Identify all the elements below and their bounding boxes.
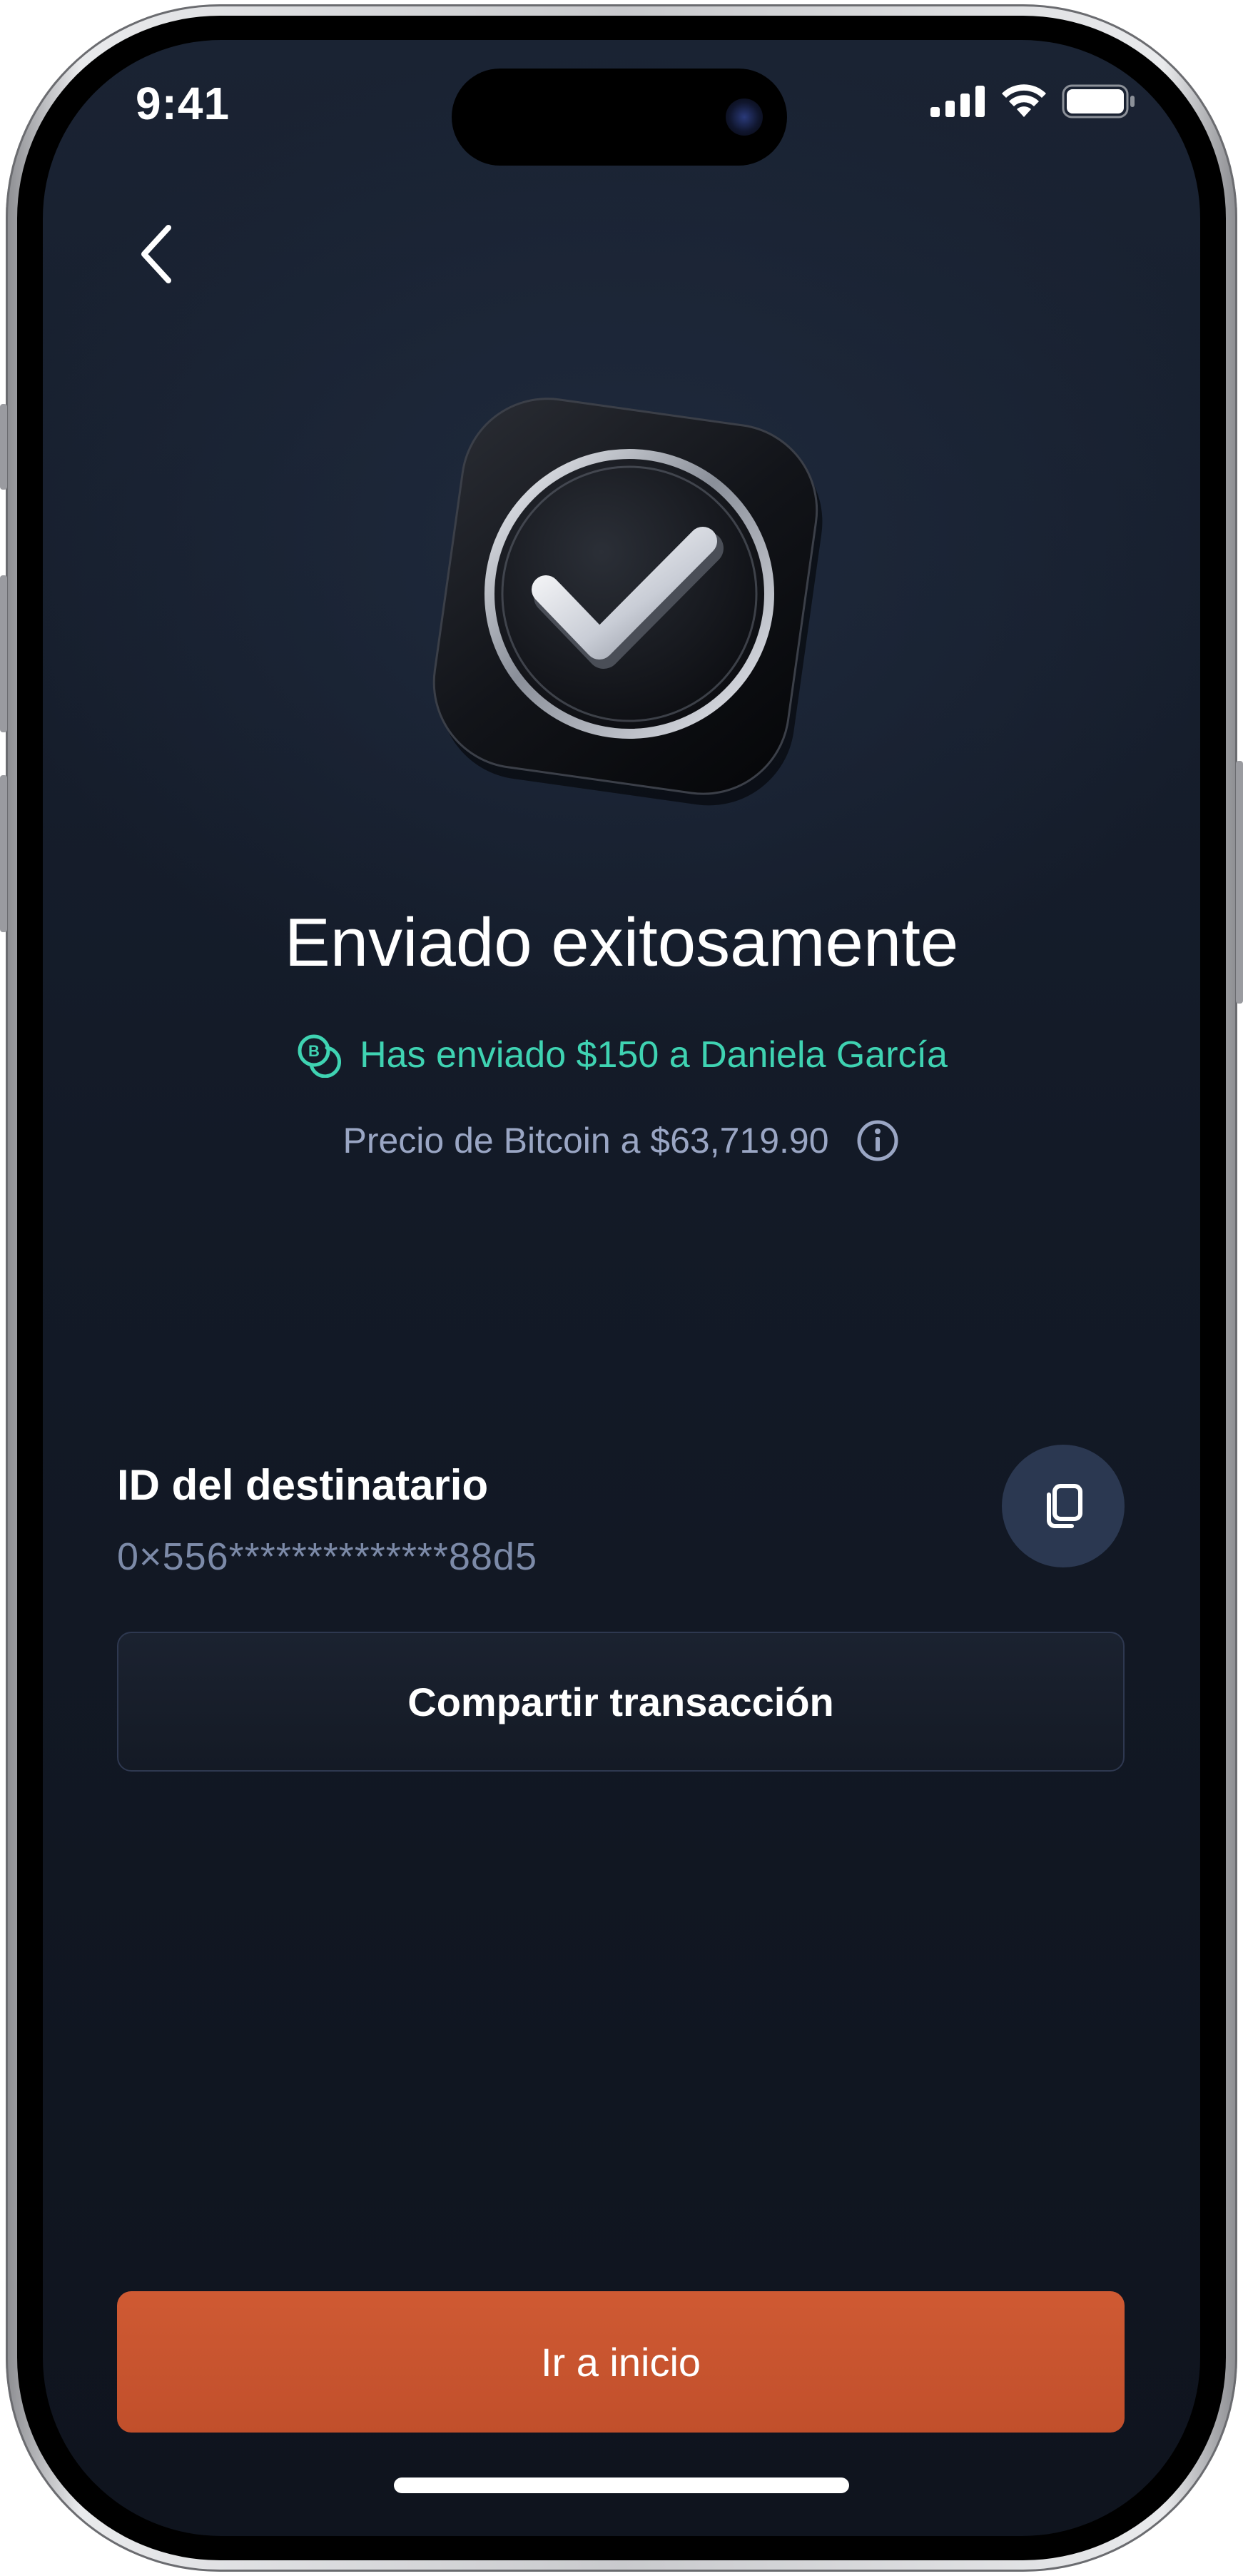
- copy-button[interactable]: [1002, 1445, 1125, 1567]
- app-screen: 9:41 Enviado exitosamente B Has enviado …: [43, 40, 1200, 2536]
- page-title: Enviado exitosamente: [284, 904, 959, 981]
- go-home-button[interactable]: Ir a inicio: [117, 2291, 1125, 2433]
- wifi-icon: [1002, 84, 1046, 117]
- checkmark-badge-icon: [432, 398, 823, 806]
- status-time: 9:41: [136, 78, 230, 129]
- svg-text:B: B: [308, 1042, 320, 1060]
- action-button: [0, 404, 7, 490]
- dynamic-island: [452, 69, 787, 166]
- recipient-label: ID del destinatario: [117, 1461, 489, 1509]
- sent-text: Has enviado $150 a Daniela García: [360, 1034, 948, 1076]
- power-button: [1236, 761, 1243, 1004]
- back-button[interactable]: [121, 218, 193, 290]
- battery-icon: [1062, 84, 1135, 118]
- price-text: Precio de Bitcoin a $63,719.90: [343, 1121, 829, 1161]
- recipient-id: 0×556**************88d5: [117, 1535, 537, 1578]
- front-camera: [726, 99, 763, 136]
- bitcoin-coins-icon: B: [298, 1034, 342, 1078]
- cellular-signal-icon: [930, 86, 985, 117]
- bitcoin-price: Precio de Bitcoin a $63,719.90: [43, 1118, 1200, 1163]
- volume-down-button: [0, 775, 7, 932]
- home-indicator[interactable]: [394, 2477, 849, 2493]
- chevron-left-icon: [141, 225, 171, 283]
- volume-up-button: [0, 575, 7, 732]
- success-illustration: [378, 354, 878, 854]
- sent-summary: B Has enviado $150 a Daniela García: [43, 1032, 1200, 1078]
- info-icon[interactable]: [855, 1118, 900, 1163]
- status-icons: [930, 84, 1136, 118]
- copy-icon: [1047, 1484, 1082, 1528]
- share-transaction-button[interactable]: Compartir transacción: [117, 1632, 1125, 1772]
